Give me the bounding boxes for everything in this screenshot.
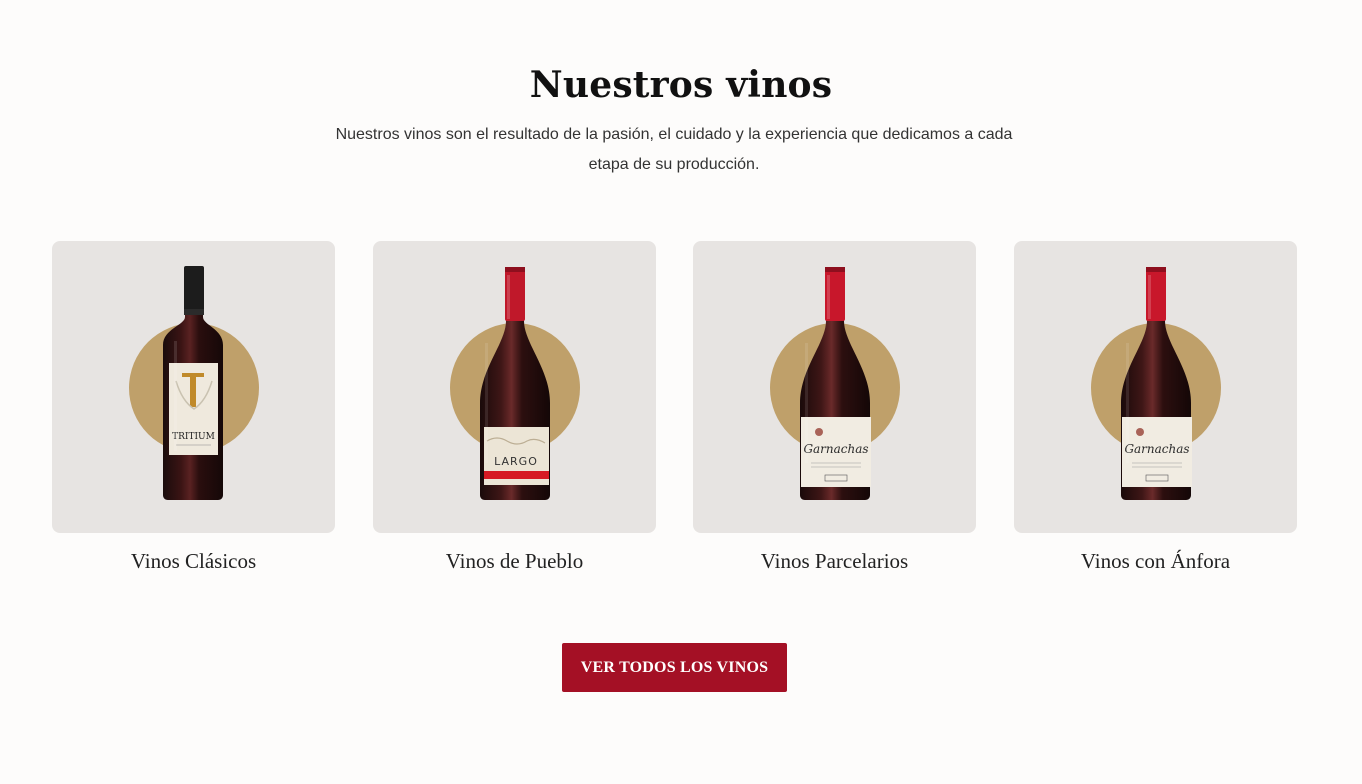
wine-card-image[interactable]: Garnachas — [693, 241, 976, 533]
bottle-brand-text: TRITIUM — [172, 432, 215, 442]
wine-card-parcelarios[interactable]: Garnachas Vinos Parcelarios — [693, 241, 976, 574]
wine-card-pueblo[interactable]: LARGO Vinos de Pueblo — [373, 241, 656, 574]
wine-bottle-image: Garnachas — [1121, 267, 1192, 500]
section-title: Nuestros vinos — [529, 64, 833, 106]
wine-bottle-image: LARGO — [480, 267, 550, 500]
view-all-wines-button[interactable]: VER TODOS LOS VINOS — [562, 643, 787, 692]
wine-card-anfora[interactable]: Garnachas Vinos con Ánfora — [1014, 241, 1297, 574]
wine-card-label[interactable]: Vinos con Ánfora — [1014, 549, 1297, 574]
wine-card-label[interactable]: Vinos Parcelarios — [693, 549, 976, 574]
section-subtitle: Nuestros vinos son el resultado de la pa… — [335, 126, 1013, 173]
wines-section: Nuestros vinos Nuestros vinos son el res… — [0, 0, 1362, 784]
wine-bottle-image: TRITIUM — [163, 266, 223, 500]
wine-card-image[interactable]: Garnachas — [1014, 241, 1297, 533]
wine-card-label[interactable]: Vinos Clásicos — [52, 549, 335, 574]
wine-card-clasicos[interactable]: TRITIUM Vinos Clásicos — [52, 241, 335, 574]
wine-card-image[interactable]: TRITIUM — [52, 241, 335, 533]
wine-card-label[interactable]: Vinos de Pueblo — [373, 549, 656, 574]
wine-bottle-image: Garnachas — [800, 267, 871, 500]
bottle-brand-text: Garnachas — [1124, 442, 1189, 456]
wine-category-grid: TRITIUM Vinos Clásicos LARGO Vinos de Pu… — [52, 241, 1298, 581]
bottle-brand-text: Garnachas — [803, 442, 868, 456]
bottle-brand-text: LARGO — [494, 455, 538, 468]
wine-card-image[interactable]: LARGO — [373, 241, 656, 533]
